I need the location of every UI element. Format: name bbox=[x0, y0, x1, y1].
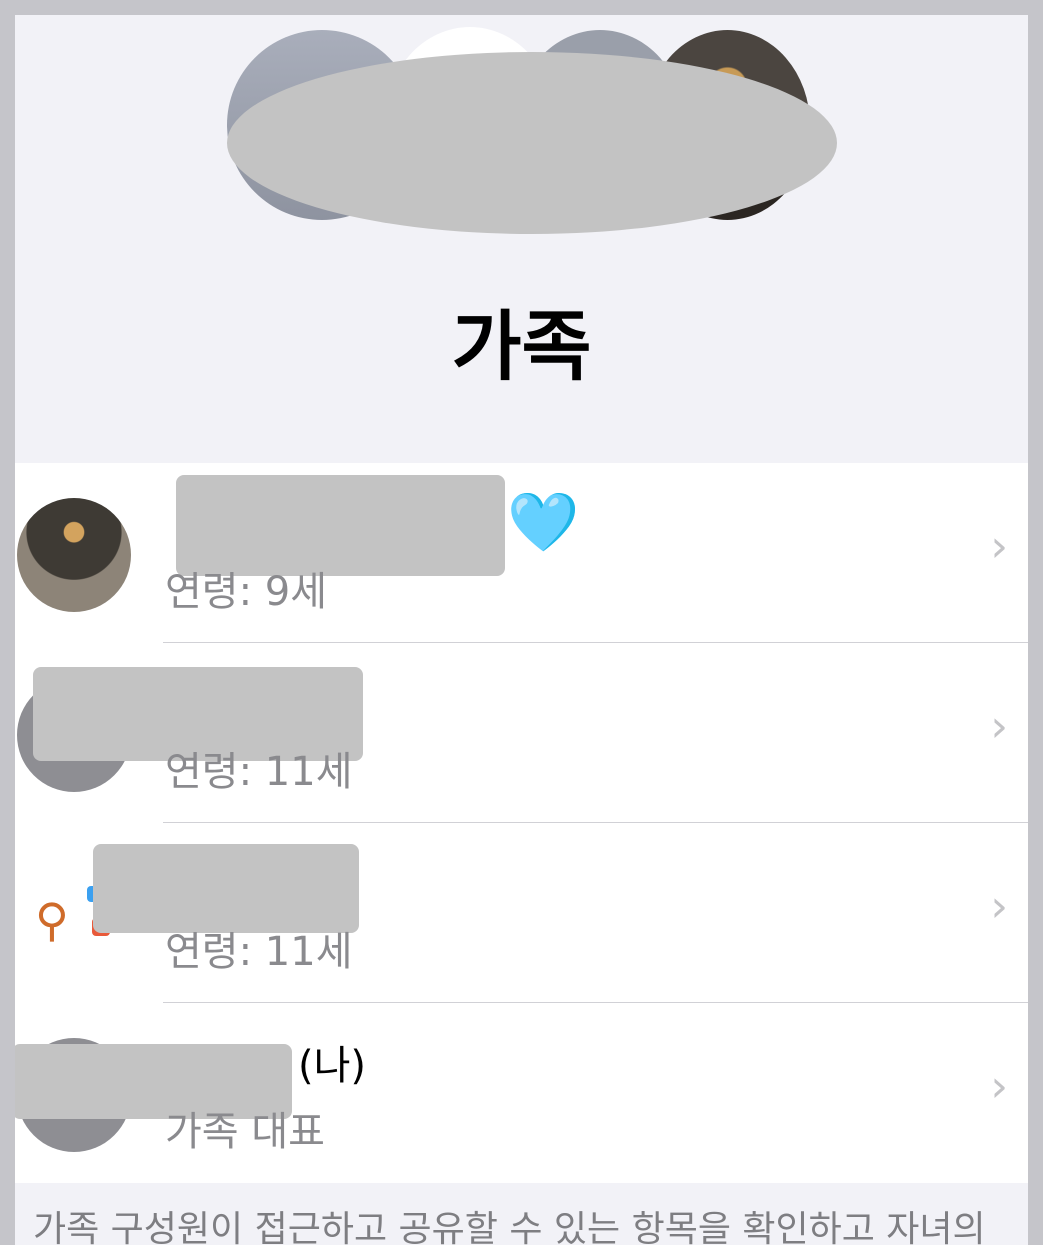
family-screen: 가족 🩵 연령: 9세 › 연령: 11세 › ⚲ 연령: 11세 › (나) … bbox=[15, 15, 1028, 1245]
family-avatar-cluster bbox=[15, 15, 1028, 245]
family-member-row[interactable]: ⚲ 연령: 11세 › bbox=[15, 823, 1028, 1003]
redaction-overlay bbox=[227, 52, 837, 234]
family-member-row[interactable]: (나) 가족 대표 › bbox=[15, 1003, 1028, 1183]
family-member-row[interactable]: 🩵 연령: 9세 › bbox=[15, 463, 1028, 643]
chevron-right-icon: › bbox=[990, 521, 1008, 572]
family-member-list: 🩵 연령: 9세 › 연령: 11세 › ⚲ 연령: 11세 › (나) 가족 … bbox=[15, 463, 1028, 1183]
avatar bbox=[17, 498, 131, 612]
family-member-row[interactable]: 연령: 11세 › bbox=[15, 643, 1028, 823]
heart-icon: 🩵 bbox=[507, 488, 580, 556]
chevron-right-icon: › bbox=[990, 701, 1008, 752]
member-age: 연령: 11세 bbox=[165, 929, 353, 975]
member-name-me: (나) bbox=[298, 1043, 367, 1089]
member-age: 연령: 9세 bbox=[165, 569, 328, 615]
page-title: 가족 bbox=[451, 302, 592, 391]
chevron-right-icon: › bbox=[990, 1061, 1008, 1112]
chevron-right-icon: › bbox=[990, 881, 1008, 932]
sticker-figure-icon: ⚲ bbox=[35, 893, 69, 947]
footer-description: 가족 구성원이 접근하고 공유할 수 있는 항목을 확인하고 자녀의 bbox=[33, 1209, 986, 1245]
member-age: 연령: 11세 bbox=[165, 749, 353, 795]
member-role: 가족 대표 bbox=[165, 1109, 325, 1155]
